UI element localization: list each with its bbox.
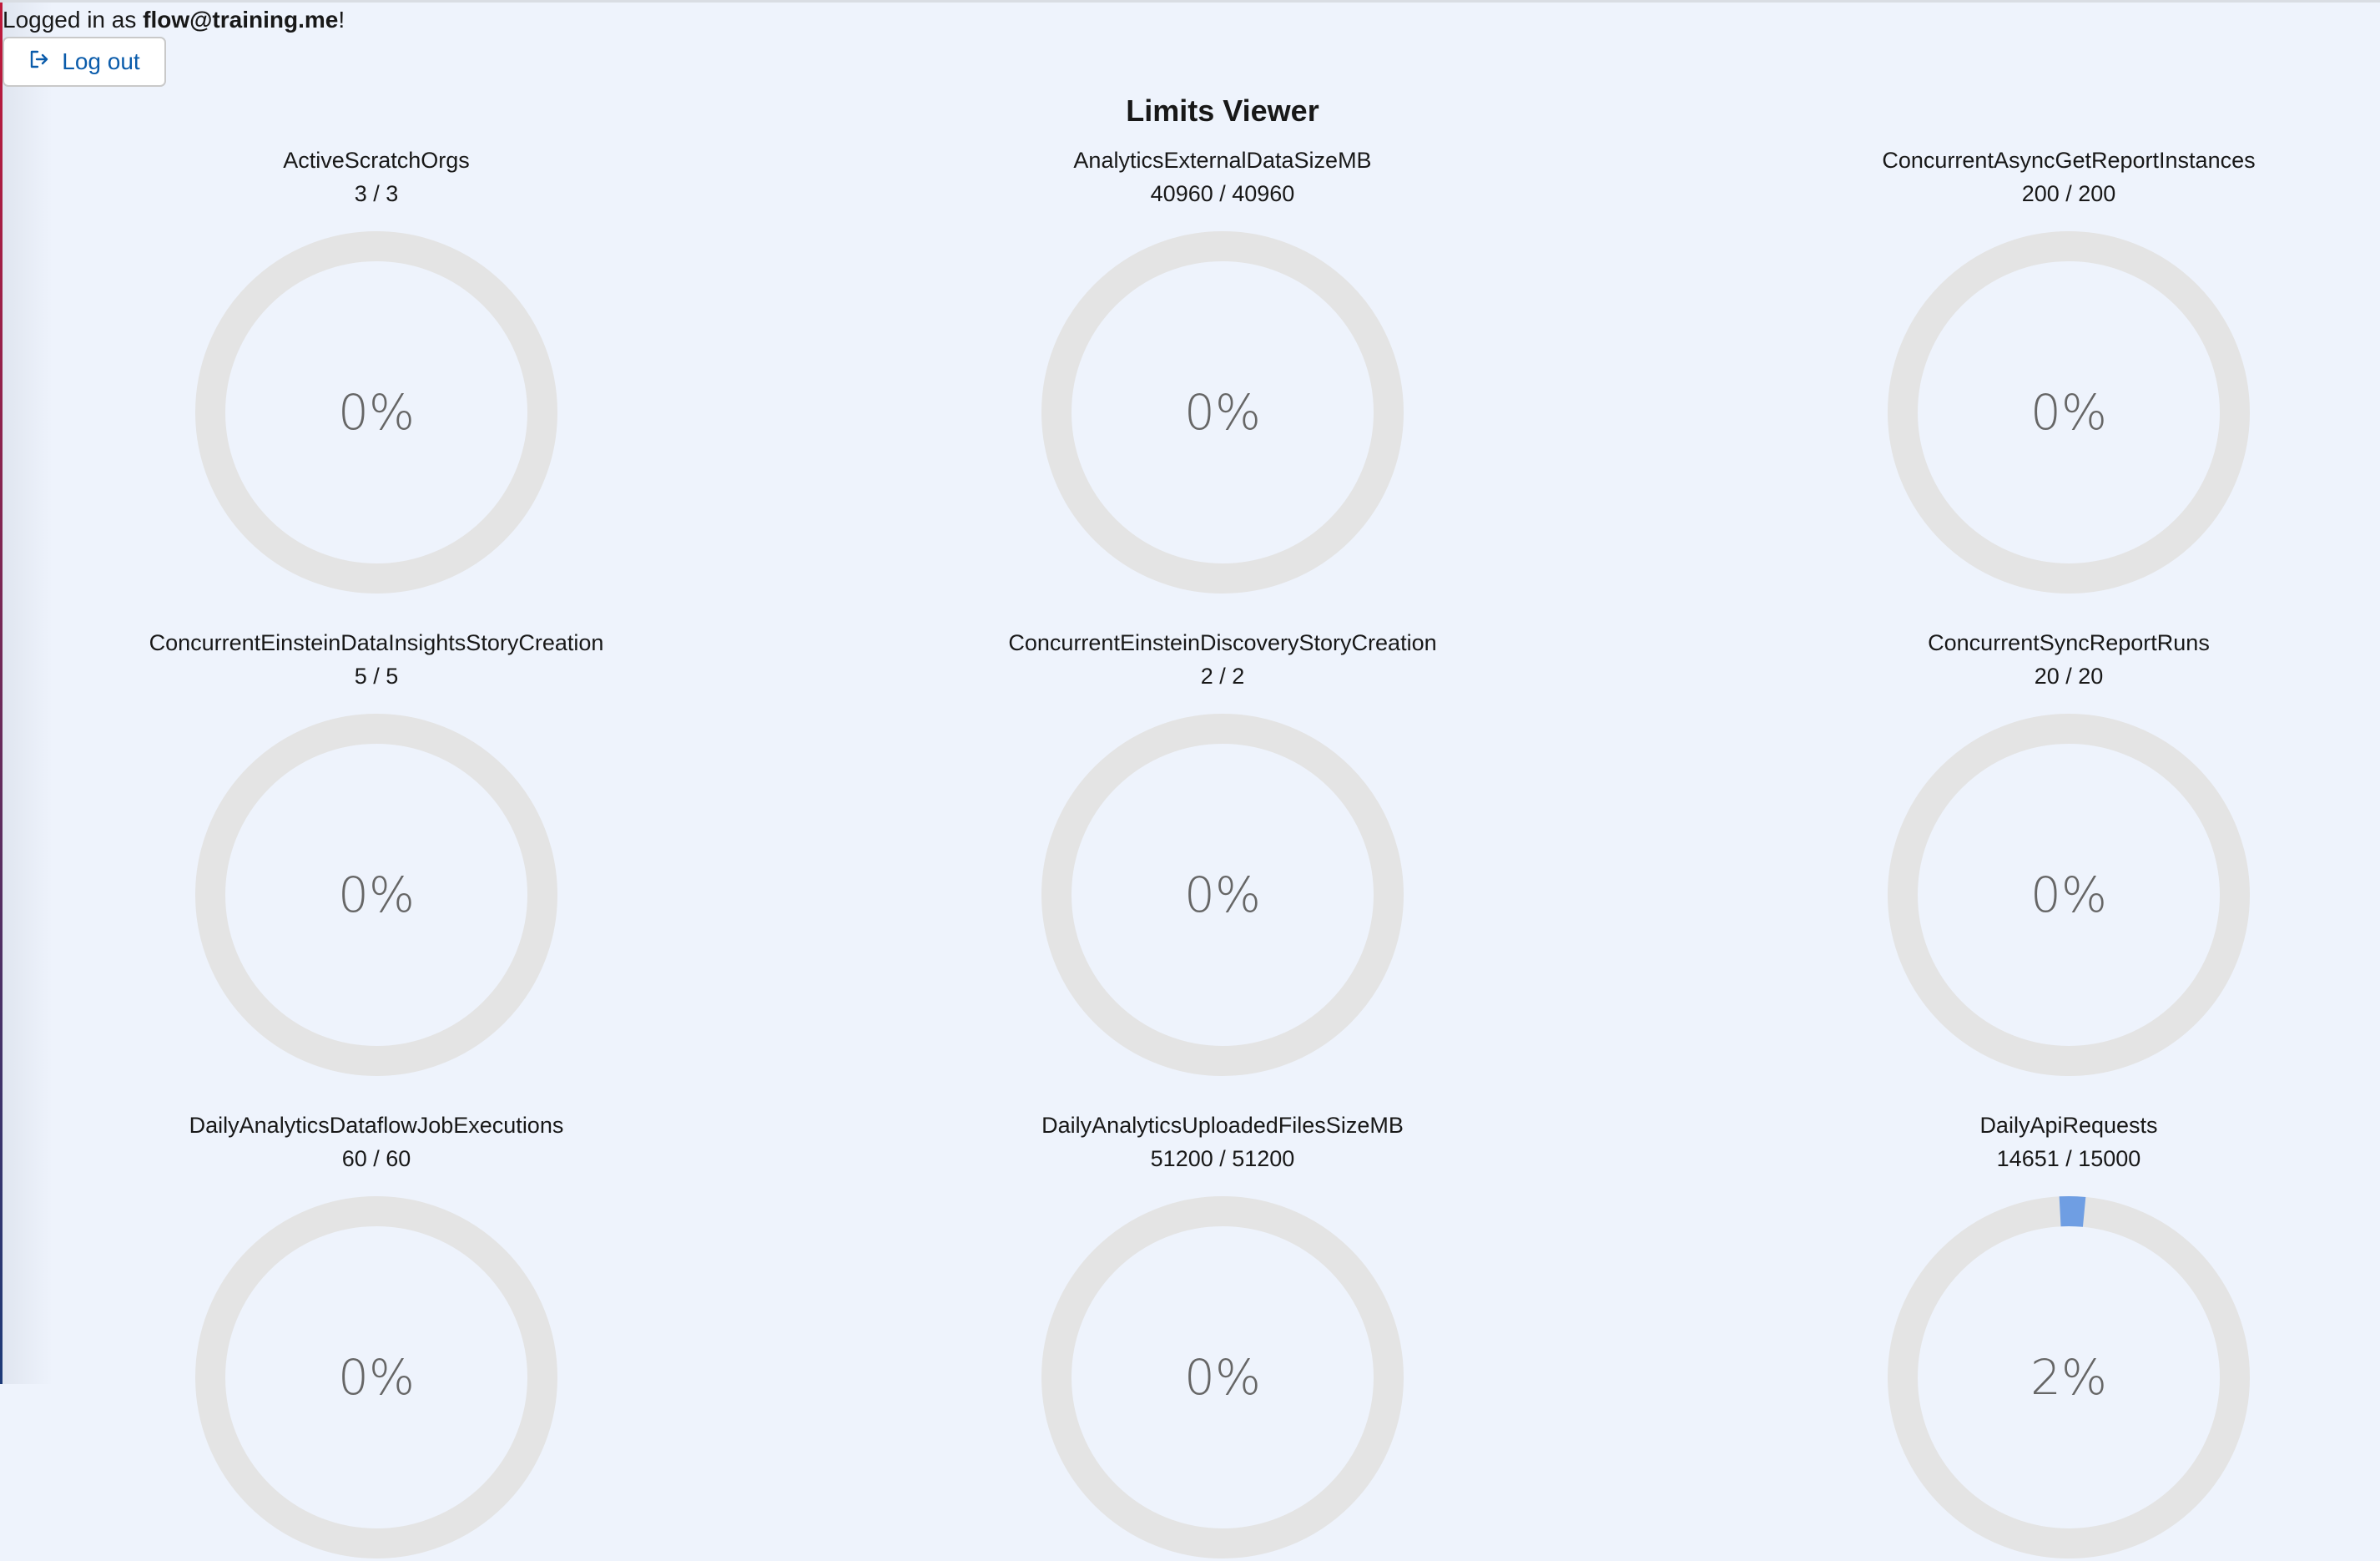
limit-name: DailyAnalyticsUploadedFilesSizeMB: [1041, 1113, 1404, 1138]
limit-card: ConcurrentEinsteinDataInsightsStoryCreat…: [84, 628, 668, 1079]
gauge-percent: 0%: [338, 384, 415, 441]
window-edge-shadow: [3, 0, 53, 1384]
logout-button[interactable]: Log out: [3, 37, 166, 87]
usage-gauge: 2%: [1888, 1196, 2250, 1558]
gauge-percent: 0%: [1184, 1349, 1261, 1406]
usage-gauge: 0%: [195, 231, 557, 594]
usage-gauge: 0%: [1041, 1196, 1404, 1558]
limit-name: ConcurrentAsyncGetReportInstances: [1882, 148, 2256, 173]
limit-card: ActiveScratchOrgs 3 / 3 0%: [84, 145, 668, 596]
limit-value: 5 / 5: [354, 664, 399, 689]
limit-name: ConcurrentSyncReportRuns: [1928, 630, 2210, 655]
usage-gauge: 0%: [1041, 714, 1404, 1076]
limit-value: 20 / 20: [2034, 664, 2104, 689]
usage-gauge: 0%: [1888, 714, 2250, 1076]
limit-name: ConcurrentEinsteinDataInsightsStoryCreat…: [149, 630, 604, 655]
gauge-percent: 0%: [1184, 384, 1261, 441]
limit-value: 200 / 200: [2021, 181, 2116, 206]
logout-label: Log out: [62, 48, 140, 74]
limit-name: ActiveScratchOrgs: [283, 148, 470, 173]
limit-value: 2 / 2: [1200, 664, 1245, 689]
gauge-percent: 0%: [338, 1349, 415, 1406]
logged-in-prefix: Logged in as: [3, 7, 144, 33]
logged-in-status: Logged in as flow@training.me!: [3, 7, 345, 33]
limit-card: DailyAnalyticsDataflowJobExecutions 60 / …: [84, 1110, 668, 1561]
limit-card: DailyApiRequests 14651 / 15000 2%: [1777, 1110, 2361, 1561]
usage-gauge: 0%: [195, 1196, 557, 1558]
logout-icon: [28, 48, 50, 76]
gauge-percent: 0%: [2030, 866, 2107, 923]
usage-gauge: 0%: [195, 714, 557, 1076]
page-title: Limits Viewer: [1126, 93, 1319, 128]
gauge-percent: 0%: [338, 866, 415, 923]
usage-gauge: 0%: [1888, 231, 2250, 594]
window-edge: [0, 0, 3, 1384]
limit-value: 51200 / 51200: [1150, 1146, 1295, 1171]
limit-value: 40960 / 40960: [1150, 181, 1295, 206]
limit-card: AnalyticsExternalDataSizeMB 40960 / 40960…: [930, 145, 1515, 596]
top-border: [0, 0, 2380, 3]
limit-value: 3 / 3: [354, 181, 399, 206]
limit-name: AnalyticsExternalDataSizeMB: [1073, 148, 1372, 173]
limit-value: 60 / 60: [341, 1146, 411, 1171]
limit-name: DailyApiRequests: [1979, 1113, 2158, 1138]
gauge-percent: 0%: [2030, 384, 2107, 441]
limit-card: ConcurrentEinsteinDiscoveryStoryCreation…: [930, 628, 1515, 1079]
limit-value: 14651 / 15000: [1996, 1146, 2141, 1171]
limit-card: ConcurrentSyncReportRuns 20 / 20 0%: [1777, 628, 2361, 1079]
logged-in-suffix: !: [338, 7, 345, 33]
limit-name: DailyAnalyticsDataflowJobExecutions: [189, 1113, 564, 1138]
usage-gauge: 0%: [1041, 231, 1404, 594]
gauge-percent: 0%: [1184, 866, 1261, 923]
limit-name: ConcurrentEinsteinDiscoveryStoryCreation: [1008, 630, 1437, 655]
logged-in-user: flow@training.me: [143, 7, 339, 33]
limit-card: DailyAnalyticsUploadedFilesSizeMB 51200 /…: [930, 1110, 1515, 1561]
limit-card: ConcurrentAsyncGetReportInstances 200 / 2…: [1777, 145, 2361, 596]
gauge-percent: 2%: [2030, 1349, 2107, 1406]
